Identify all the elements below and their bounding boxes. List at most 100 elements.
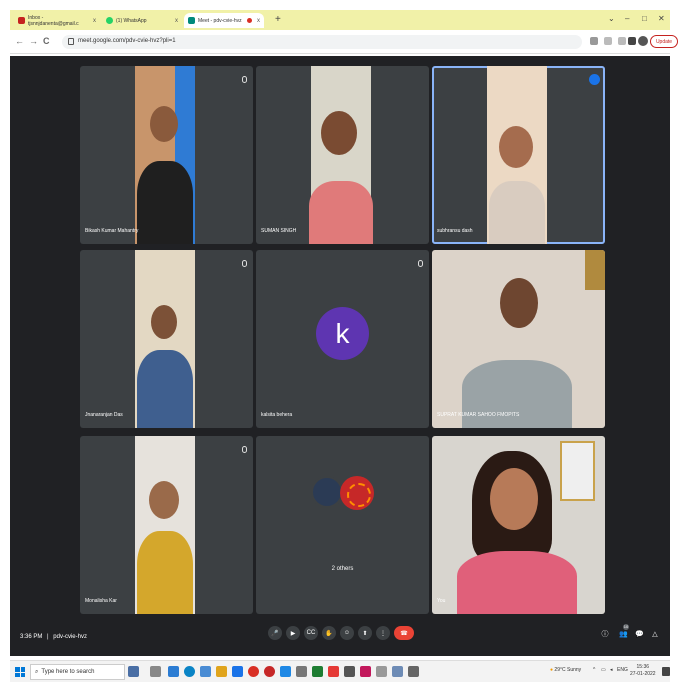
- participant-tile[interactable]: Monalisha Kar: [80, 436, 253, 614]
- volume-icon[interactable]: ◂: [610, 667, 613, 673]
- forward-button[interactable]: →: [29, 36, 38, 46]
- taskbar-app-icon[interactable]: [392, 666, 403, 677]
- close-window-button[interactable]: ✕: [658, 14, 665, 24]
- new-tab-button[interactable]: +: [275, 14, 281, 26]
- bookmark-star-icon[interactable]: [618, 37, 626, 45]
- participant-tile[interactable]: SUMAN SINGH: [256, 66, 429, 244]
- taskbar-app-icon[interactable]: [328, 666, 339, 677]
- taskbar-search[interactable]: ⌕ Type here to search: [30, 664, 125, 680]
- weather-widget[interactable]: ● 29°C Sunny: [550, 667, 581, 673]
- info-icon[interactable]: ⓘ: [601, 631, 609, 639]
- network-icon[interactable]: ▭: [601, 667, 606, 673]
- meeting-code: pdv-cvie-hvz: [53, 634, 87, 640]
- url-text: meet.google.com/pdv-cvie-hvz?pli=1: [78, 38, 176, 44]
- tray-chevron-icon[interactable]: ^: [593, 667, 595, 673]
- language-indicator[interactable]: ENG: [617, 667, 628, 673]
- tab-label: Inbox - tjsnnjdanenta@gmail.c: [28, 14, 79, 27]
- taskbar-app-icon[interactable]: [168, 666, 179, 677]
- emoji-button[interactable]: ☺: [340, 626, 354, 640]
- tab-close-icon[interactable]: x: [93, 18, 96, 24]
- edge-icon[interactable]: [184, 666, 195, 677]
- raise-hand-button[interactable]: ✋: [322, 626, 336, 640]
- taskbar-app-icon[interactable]: [312, 666, 323, 677]
- reload-button[interactable]: C: [43, 36, 50, 46]
- participant-video: [309, 66, 373, 244]
- tab-label: Meet - pdv-cvie-hvz: [198, 17, 242, 24]
- participant-video: [135, 250, 195, 428]
- profile-avatar[interactable]: [638, 36, 648, 46]
- extensions-icon[interactable]: [628, 37, 636, 45]
- notifications-icon[interactable]: [662, 667, 670, 676]
- system-clock[interactable]: 15:36 27-01-2022: [630, 664, 656, 678]
- search-placeholder: Type here to search: [41, 669, 95, 675]
- search-icon: ⌕: [35, 668, 39, 675]
- participant-tile-others[interactable]: 2 others: [256, 436, 429, 614]
- participant-name: Jnanaranjan Das: [85, 412, 123, 418]
- whatsapp-icon: [106, 17, 113, 24]
- opera-icon[interactable]: [264, 666, 275, 677]
- others-avatar: [340, 476, 374, 510]
- file-explorer-icon[interactable]: [216, 666, 227, 677]
- maximize-button[interactable]: □: [642, 14, 647, 24]
- taskbar-app-icon[interactable]: [200, 666, 211, 677]
- end-call-button[interactable]: ☎: [394, 626, 414, 640]
- speaking-indicator-icon: [589, 74, 600, 85]
- self-view-tile[interactable]: You: [432, 436, 605, 614]
- mic-off-icon: [242, 446, 247, 453]
- activities-icon[interactable]: △: [651, 631, 659, 639]
- back-button[interactable]: ←: [15, 36, 24, 46]
- meeting-time: 3:36 PM: [20, 634, 43, 640]
- tab-gmail[interactable]: Inbox - tjsnnjdanenta@gmail.c x: [14, 13, 100, 28]
- share-icon[interactable]: [604, 37, 612, 45]
- recording-icon: [247, 18, 252, 23]
- task-view-icon[interactable]: [150, 666, 161, 677]
- minimize-button[interactable]: –: [625, 14, 629, 24]
- mic-off-icon: [242, 260, 247, 267]
- participant-video: [487, 66, 547, 244]
- taskbar-app-icon[interactable]: [280, 666, 291, 677]
- taskbar-app-icon[interactable]: [376, 666, 387, 677]
- update-button[interactable]: Update: [650, 35, 678, 48]
- participant-name: Bikash Kumar Mahantry: [85, 228, 139, 234]
- url-field[interactable]: meet.google.com/pdv-cvie-hvz?pli=1: [62, 35, 582, 49]
- participant-name: You: [437, 598, 446, 604]
- settings-icon[interactable]: [408, 666, 419, 677]
- participant-tile[interactable]: Bikash Kumar Mahantry: [80, 66, 253, 244]
- captions-button[interactable]: CC: [304, 626, 318, 640]
- participant-name: SUPRAT KUMAR SAHOO FMOPITS: [437, 412, 520, 418]
- participant-tile[interactable]: Jnanaranjan Das: [80, 250, 253, 428]
- tab-whatsapp[interactable]: (1) WhatsApp x: [102, 13, 182, 28]
- clock-time: 15:36: [636, 664, 650, 670]
- lock-icon: [68, 38, 74, 45]
- taskbar-app-icon[interactable]: [232, 666, 243, 677]
- taskbar-app-icon[interactable]: [128, 666, 139, 677]
- participant-name: Monalisha Kar: [85, 598, 117, 604]
- participant-tile[interactable]: k kalsita behera: [256, 250, 429, 428]
- mic-button[interactable]: 🎤: [268, 626, 282, 640]
- tab-close-icon[interactable]: x: [257, 18, 260, 24]
- present-button[interactable]: ⬆: [358, 626, 372, 640]
- others-label: 2 others: [331, 566, 354, 572]
- clock-date: 27-01-2022: [630, 671, 656, 677]
- taskbar-app-icon[interactable]: [344, 666, 355, 677]
- camera-button[interactable]: ▶: [286, 626, 300, 640]
- participant-tile-active-speaker[interactable]: subhransu dash: [432, 66, 605, 244]
- chat-icon[interactable]: 💬: [635, 631, 644, 639]
- people-icon[interactable]: 👥: [619, 631, 628, 639]
- participant-name: kalsita behera: [261, 412, 293, 418]
- meet-stage: Bikash Kumar Mahantry SUMAN SINGH subhra…: [10, 56, 670, 656]
- taskbar-app-icon[interactable]: [360, 666, 371, 677]
- tab-meet[interactable]: Meet - pdv-cvie-hvz x: [184, 13, 264, 28]
- participant-tile[interactable]: SUPRAT KUMAR SAHOO FMOPITS: [432, 250, 605, 428]
- self-video: [432, 436, 605, 614]
- windows-start-icon[interactable]: [15, 667, 25, 677]
- tab-search-icon[interactable]: ⌄: [608, 14, 615, 24]
- chrome-icon[interactable]: [248, 666, 259, 677]
- participant-video: [135, 436, 195, 614]
- camera-permission-icon[interactable]: [590, 37, 598, 45]
- taskbar-app-icon[interactable]: [296, 666, 307, 677]
- mic-off-icon: [242, 76, 247, 83]
- more-options-button[interactable]: ⋮: [376, 626, 390, 640]
- tab-close-icon[interactable]: x: [175, 18, 178, 24]
- tab-label: (1) WhatsApp: [116, 17, 147, 24]
